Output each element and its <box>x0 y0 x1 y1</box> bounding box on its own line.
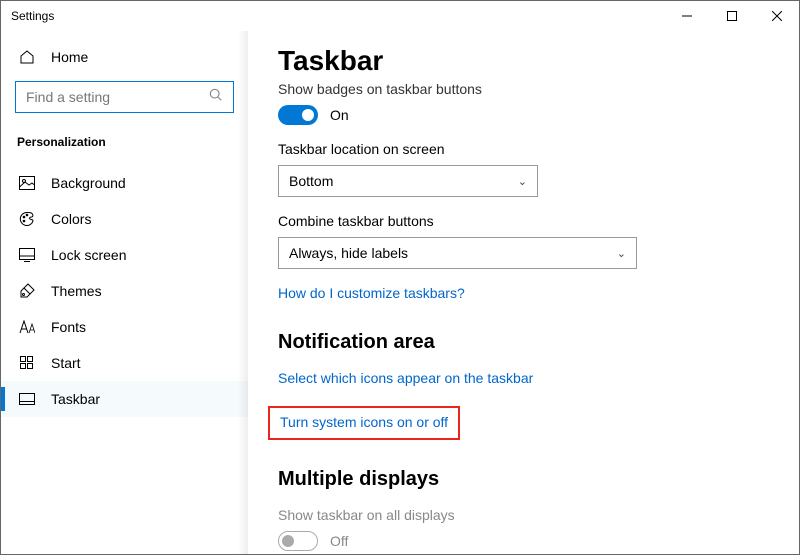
maximize-button[interactable] <box>709 1 754 31</box>
image-icon <box>17 176 37 190</box>
sidebar-item-label: Themes <box>51 283 102 299</box>
taskbar-icon <box>17 393 37 405</box>
system-icons-link[interactable]: Turn system icons on or off <box>280 414 448 430</box>
page-title: Taskbar <box>278 45 769 77</box>
combine-label: Combine taskbar buttons <box>278 213 769 229</box>
start-icon <box>17 356 37 370</box>
show-all-label: Show taskbar on all displays <box>278 507 769 523</box>
sidebar-item-label: Fonts <box>51 319 86 335</box>
fonts-icon <box>17 320 37 334</box>
location-select[interactable]: Bottom ⌄ <box>278 165 538 197</box>
badges-state: On <box>330 107 349 123</box>
sidebar-item-taskbar[interactable]: Taskbar <box>1 381 248 417</box>
sidebar-item-label: Colors <box>51 211 91 227</box>
sidebar-item-label: Taskbar <box>51 391 100 407</box>
palette-icon <box>17 211 37 227</box>
titlebar: Settings <box>1 1 799 31</box>
sidebar-item-background[interactable]: Background <box>1 165 248 201</box>
chevron-down-icon: ⌄ <box>617 247 626 260</box>
category-label: Personalization <box>1 127 248 157</box>
location-label: Taskbar location on screen <box>278 141 769 157</box>
show-all-state: Off <box>330 533 348 549</box>
notification-title: Notification area <box>278 331 769 354</box>
sidebar-item-start[interactable]: Start <box>1 345 248 381</box>
show-all-toggle[interactable] <box>278 531 318 551</box>
sidebar-item-fonts[interactable]: Fonts <box>1 309 248 345</box>
home-icon <box>17 49 37 65</box>
search-icon <box>209 88 223 107</box>
sidebar: Home Personalization Background Colors L… <box>1 31 248 554</box>
home-label: Home <box>51 49 88 65</box>
minimize-button[interactable] <box>664 1 709 31</box>
lockscreen-icon <box>17 248 37 262</box>
sidebar-item-colors[interactable]: Colors <box>1 201 248 237</box>
badges-toggle[interactable] <box>278 105 318 125</box>
location-value: Bottom <box>289 173 333 189</box>
main-content: Taskbar Show badges on taskbar buttons O… <box>248 31 799 554</box>
window-title: Settings <box>11 9 664 23</box>
themes-icon <box>17 283 37 299</box>
customize-link[interactable]: How do I customize taskbars? <box>278 285 465 301</box>
multiple-title: Multiple displays <box>278 468 769 491</box>
select-icons-link[interactable]: Select which icons appear on the taskbar <box>278 370 533 386</box>
sidebar-item-label: Start <box>51 355 81 371</box>
sidebar-item-label: Lock screen <box>51 247 126 263</box>
home-nav[interactable]: Home <box>1 41 248 73</box>
search-input-container[interactable] <box>15 81 234 113</box>
sidebar-item-lockscreen[interactable]: Lock screen <box>1 237 248 273</box>
combine-select[interactable]: Always, hide labels ⌄ <box>278 237 637 269</box>
combine-value: Always, hide labels <box>289 245 408 261</box>
close-button[interactable] <box>754 1 799 31</box>
badges-label: Show badges on taskbar buttons <box>278 81 769 97</box>
highlighted-system-icons: Turn system icons on or off <box>268 406 460 440</box>
search-input[interactable] <box>26 89 209 105</box>
sidebar-item-themes[interactable]: Themes <box>1 273 248 309</box>
sidebar-item-label: Background <box>51 175 126 191</box>
window-controls <box>664 1 799 31</box>
chevron-down-icon: ⌄ <box>518 175 527 188</box>
